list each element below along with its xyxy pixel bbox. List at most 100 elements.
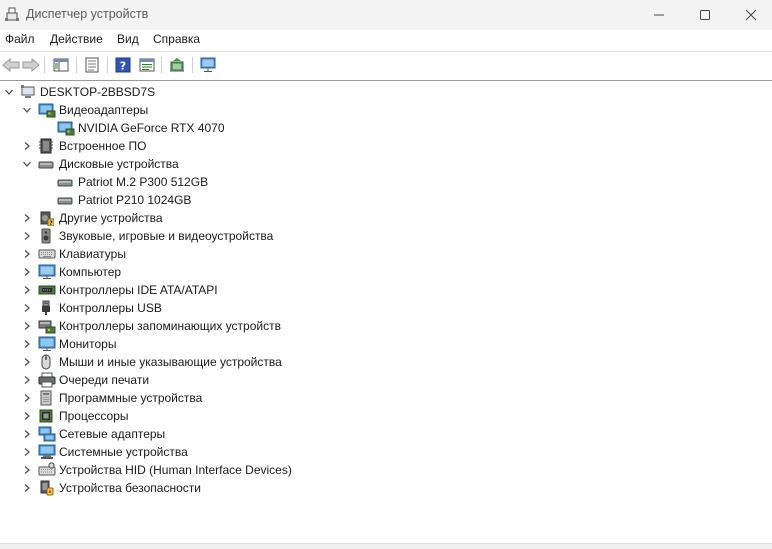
chevron-right-icon[interactable]	[22, 249, 32, 259]
tree-category[interactable]: Мыши и иные указывающие устройства	[0, 353, 772, 371]
display-adapter-icon	[38, 102, 56, 118]
tree-category[interactable]: ? Другие устройства	[0, 209, 772, 227]
chevron-down-icon[interactable]	[22, 105, 32, 115]
tree-category-label: Сетевые адаптеры	[59, 427, 166, 441]
firmware-icon	[38, 138, 54, 154]
close-button[interactable]	[728, 0, 772, 30]
chevron-right-icon[interactable]	[22, 141, 32, 151]
tree-device[interactable]: Patriot P210 1024GB	[0, 191, 772, 209]
tree-root-label: DESKTOP-2BBSD7S	[40, 85, 156, 99]
chevron-right-icon[interactable]	[22, 321, 32, 331]
tree-device[interactable]: Patriot M.2 P300 512GB	[0, 173, 772, 191]
tree-category[interactable]: Компьютер	[0, 263, 772, 281]
tree-device-label: Patriot M.2 P300 512GB	[78, 175, 209, 189]
disk-drive-icon	[57, 192, 73, 208]
tree-category[interactable]: Очереди печати	[0, 371, 772, 389]
back-button[interactable]	[0, 55, 22, 75]
show-hide-console-tree-button[interactable]	[50, 55, 72, 75]
maximize-button[interactable]	[682, 0, 728, 30]
tree-category[interactable]: Контроллеры IDE ATA/ATAPI	[0, 281, 772, 299]
menu-action[interactable]: Действие	[50, 32, 103, 46]
menu-file[interactable]: Файл	[5, 32, 35, 46]
tree-category[interactable]: Дисковые устройства	[0, 155, 772, 173]
device-manager-icon	[4, 6, 20, 22]
tree-category[interactable]: Устройства HID (Human Interface Devices)	[0, 461, 772, 479]
chevron-right-icon[interactable]	[22, 447, 32, 457]
monitor-icon	[38, 336, 56, 352]
chevron-right-icon[interactable]	[22, 411, 32, 421]
tree-category-label: Клавиатуры	[59, 247, 126, 261]
tree-device[interactable]: NVIDIA GeForce RTX 4070	[0, 119, 772, 137]
tree-category-label: Мониторы	[59, 337, 117, 351]
tree-category-label: Дисковые устройства	[59, 157, 179, 171]
chevron-right-icon[interactable]	[22, 285, 32, 295]
tree-category[interactable]: Системные устройства	[0, 443, 772, 461]
toolbar-separator	[161, 57, 162, 73]
processor-icon	[38, 408, 54, 424]
minimize-button[interactable]	[636, 0, 682, 30]
tree-category[interactable]: Сетевые адаптеры	[0, 425, 772, 443]
chevron-right-icon[interactable]	[22, 429, 32, 439]
chevron-right-icon[interactable]	[22, 465, 32, 475]
menu-view[interactable]: Вид	[117, 32, 139, 46]
computer-root-icon	[20, 84, 36, 100]
view-icon	[139, 58, 155, 72]
chevron-right-icon[interactable]	[22, 231, 32, 241]
tree-category[interactable]: Контроллеры USB	[0, 299, 772, 317]
chevron-right-icon[interactable]	[22, 213, 32, 223]
forward-button[interactable]	[20, 55, 42, 75]
tree-category[interactable]: Процессоры	[0, 407, 772, 425]
tree-root[interactable]: DESKTOP-2BBSD7S	[0, 83, 772, 101]
update-driver-button[interactable]	[166, 55, 188, 75]
document-icon	[85, 57, 99, 73]
hid-icon	[38, 462, 56, 478]
chevron-right-icon[interactable]	[22, 357, 32, 367]
ide-controller-icon	[38, 282, 56, 298]
view-button[interactable]	[136, 55, 158, 75]
disk-drive-icon	[57, 174, 73, 190]
tree-category-label: Устройства HID (Human Interface Devices)	[59, 463, 292, 477]
menu-help[interactable]: Справка	[153, 32, 200, 46]
mouse-icon	[38, 354, 54, 370]
tree-category-label: Системные устройства	[59, 445, 188, 459]
tree-category-label: Процессоры	[59, 409, 129, 423]
chevron-right-icon[interactable]	[22, 483, 32, 493]
back-icon	[2, 58, 20, 72]
scan-hardware-button[interactable]	[197, 55, 219, 75]
chevron-right-icon[interactable]	[22, 303, 32, 313]
tree-category-label: Звуковые, игровые и видеоустройства	[59, 229, 274, 243]
tree-category[interactable]: Контроллеры запоминающих устройств	[0, 317, 772, 335]
menu-bar: Файл Действие Вид Справка	[0, 30, 772, 50]
tree-category[interactable]: Встроенное ПО	[0, 137, 772, 155]
tree-category[interactable]: Звуковые, игровые и видеоустройства	[0, 227, 772, 245]
unknown-device-icon: ?	[38, 210, 55, 227]
security-device-icon	[38, 480, 54, 496]
tree-category-label: Видеоадаптеры	[59, 103, 149, 117]
tree-category[interactable]: Клавиатуры	[0, 245, 772, 263]
toolbar-separator	[192, 57, 193, 73]
tree-category[interactable]: Видеоадаптеры	[0, 101, 772, 119]
chevron-right-icon[interactable]	[22, 393, 32, 403]
tree-category-label: Мыши и иные указывающие устройства	[59, 355, 282, 369]
disk-drive-icon	[38, 156, 54, 172]
tree-category-label: Очереди печати	[59, 373, 150, 387]
chevron-down-icon[interactable]	[22, 159, 32, 169]
chevron-down-icon[interactable]	[4, 87, 14, 97]
chevron-right-icon[interactable]	[22, 267, 32, 277]
help-icon: ?	[115, 57, 131, 73]
properties-button[interactable]	[81, 55, 103, 75]
tree-category-label: Контроллеры запоминающих устройств	[59, 319, 281, 333]
tree-category-label: Другие устройства	[59, 211, 163, 225]
tree-category-label: Контроллеры IDE ATA/ATAPI	[59, 283, 218, 297]
help-button[interactable]: ?	[112, 55, 134, 75]
chevron-right-icon[interactable]	[22, 339, 32, 349]
tree-category[interactable]: Устройства безопасности	[0, 479, 772, 497]
monitor-scan-icon	[200, 57, 216, 72]
tree-category[interactable]: Мониторы	[0, 335, 772, 353]
storage-controller-icon	[38, 318, 56, 334]
update-driver-icon	[170, 58, 184, 72]
chevron-right-icon[interactable]	[22, 375, 32, 385]
tree-category[interactable]: Программные устройства	[0, 389, 772, 407]
tree-category-label: Контроллеры USB	[59, 301, 162, 315]
tree-category-label: Устройства безопасности	[59, 481, 201, 495]
